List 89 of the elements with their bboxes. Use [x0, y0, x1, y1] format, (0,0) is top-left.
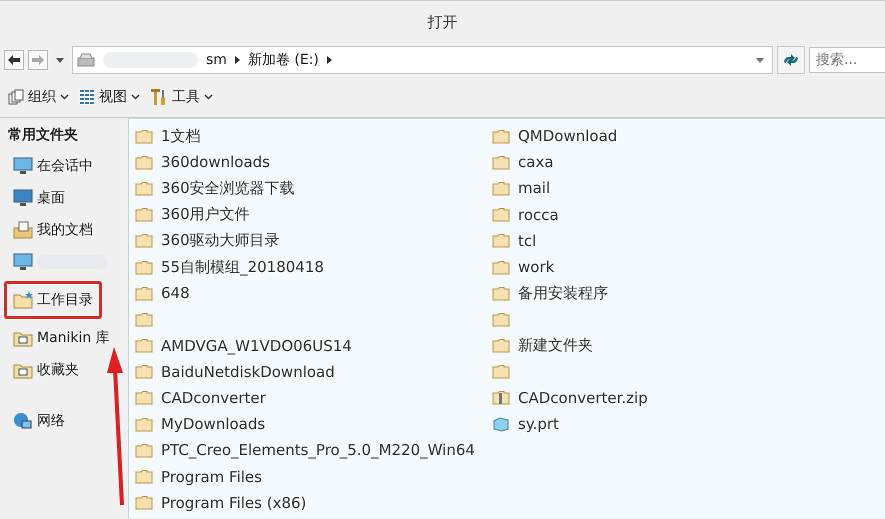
folder-icon	[135, 128, 153, 144]
network-icon	[13, 412, 33, 430]
folder-icon	[492, 128, 510, 144]
folder-icon	[135, 338, 153, 354]
toolbar-button[interactable]: 工具	[148, 86, 215, 108]
folder-icon	[492, 260, 510, 275]
zip-folder-icon	[492, 390, 510, 406]
chevron-down-icon	[131, 94, 140, 100]
file-item[interactable]: CADconverter	[135, 384, 492, 412]
chevron-down-icon	[60, 94, 69, 100]
folder-icon	[135, 495, 153, 510]
grid-icon	[79, 89, 95, 105]
window-title: 打开	[428, 12, 458, 32]
file-item[interactable]: 360驱动大师目录	[135, 228, 492, 254]
monitor-icon	[13, 253, 33, 271]
folder-icon	[492, 312, 510, 327]
toolbar-button[interactable]: 组织	[6, 86, 71, 108]
folder-icon	[492, 286, 510, 301]
folder-icon	[492, 154, 510, 170]
file-item[interactable]: tcl	[492, 228, 849, 254]
folder-icon	[492, 180, 510, 196]
file-item[interactable]: PTC_Creo_Elements_Pro_5.0_M220_Win64	[135, 437, 492, 464]
breadcrumb[interactable]: sm	[206, 52, 227, 68]
tools-icon	[150, 88, 168, 106]
folder-icon	[135, 390, 153, 406]
sidebar-item[interactable]: 在会话中	[4, 153, 102, 179]
folder-icon	[135, 416, 153, 432]
file-item[interactable]: 360用户文件	[135, 202, 492, 228]
file-item[interactable]: QMDownload	[492, 123, 849, 150]
dropdown-caret-icon[interactable]	[56, 58, 64, 62]
folder-icon	[135, 233, 153, 248]
file-item[interactable]: work	[492, 254, 849, 280]
breadcrumb[interactable]: 新加卷 (E:)	[248, 51, 319, 69]
arrow-right-icon	[32, 55, 44, 65]
drive-icon	[77, 53, 95, 67]
folder-icon	[135, 207, 153, 222]
folder-icon	[135, 442, 153, 458]
file-item[interactable]: caxa	[492, 149, 849, 176]
monitor-icon	[13, 157, 33, 175]
folder-icon	[135, 260, 153, 275]
file-item[interactable]: mail	[492, 175, 849, 202]
refresh-icon	[782, 53, 800, 67]
file-item[interactable]: AMDVGA_W1VDO06US14	[135, 332, 492, 359]
file-item[interactable]: 648	[135, 280, 492, 306]
folder-icon	[492, 338, 510, 354]
file-item[interactable]: 55自制模组_20180418	[135, 254, 492, 280]
refresh-button[interactable]	[777, 46, 805, 74]
file-item[interactable]: CADconverter.zip	[492, 384, 849, 412]
sidebar-item[interactable]: 网络	[4, 408, 74, 434]
sidebar-item[interactable]: 桌面	[4, 185, 74, 211]
file-item[interactable]: 备用安装程序	[492, 280, 849, 306]
file-item[interactable]: MyDownloads	[135, 411, 492, 438]
file-item[interactable]: 1文档	[135, 123, 492, 150]
sidebar-item[interactable]: 收藏夹	[4, 357, 88, 383]
folder-icon	[135, 180, 153, 196]
folder-star-icon	[13, 291, 33, 309]
cube-icon	[492, 416, 510, 432]
folder-icon	[135, 469, 153, 484]
folder-icon	[135, 154, 153, 170]
pages-icon	[8, 89, 24, 105]
arrow-left-icon	[8, 55, 20, 65]
monitor-icon	[13, 189, 33, 207]
chevron-icon[interactable]	[326, 56, 332, 64]
chevron-down-icon	[204, 94, 213, 100]
folder-icon	[135, 286, 153, 301]
address-field[interactable]: sm 新加卷 (E:)	[72, 46, 773, 74]
folder-icon	[492, 364, 510, 380]
sidebar-item[interactable]: Manikin 库	[4, 325, 119, 351]
toolbar-button[interactable]: 视图	[77, 86, 142, 108]
sidebar-item[interactable]: 我的文档	[4, 217, 102, 243]
documents-folder-icon	[13, 221, 33, 239]
file-item[interactable]: sy.prt	[492, 411, 849, 438]
file-item[interactable]: rocca	[492, 202, 849, 228]
file-item[interactable]: 360安全浏览器下载	[135, 175, 492, 202]
file-item[interactable]: 360downloads	[135, 149, 492, 176]
sidebar-heading: 常用文件夹	[7, 126, 79, 145]
file-item[interactable]: Program Files	[135, 463, 492, 490]
folder-icon	[135, 312, 153, 327]
sidebar-item[interactable]: 工作目录	[4, 281, 102, 319]
back-button[interactable]	[4, 50, 24, 70]
folder-icon	[492, 233, 510, 248]
folder-icon	[492, 207, 510, 222]
folder-icon	[135, 364, 153, 380]
file-item[interactable]: BaiduNetdiskDownload	[135, 358, 492, 385]
file-item[interactable]: Program Files (x86)	[135, 490, 492, 516]
chevron-icon[interactable]	[234, 56, 240, 64]
file-item[interactable]: 新建文件夹	[492, 332, 849, 359]
search-field[interactable]: 搜索...	[809, 47, 885, 73]
dropdown-caret-icon[interactable]	[756, 58, 764, 62]
